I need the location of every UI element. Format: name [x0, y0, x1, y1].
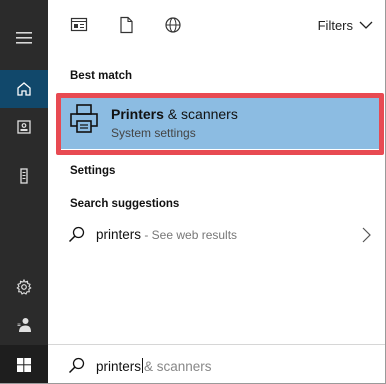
apps-filter-button[interactable] [70, 16, 88, 34]
search-suggestions-header: Search suggestions [70, 198, 180, 210]
filters-label: Filters [317, 17, 353, 33]
hamburger-menu-icon [16, 32, 32, 44]
tower-button[interactable] [0, 157, 48, 195]
settings-button[interactable] [0, 268, 48, 306]
documents-filter-button[interactable] [117, 16, 135, 34]
chevron-right-icon[interactable] [362, 227, 371, 248]
apps-filter-icon [70, 17, 88, 32]
user-icon [17, 318, 31, 332]
search-icon [68, 357, 85, 379]
search-typed-text: printers [96, 359, 142, 374]
document-icon [120, 16, 133, 34]
chevron-down-icon [359, 21, 373, 29]
tower-icon [20, 168, 28, 184]
gear-icon [16, 279, 32, 295]
best-match-header: Best match [70, 70, 132, 82]
windows-start-icon [17, 357, 31, 372]
globe-icon [165, 17, 181, 33]
web-filter-button[interactable] [164, 16, 182, 34]
best-match-subtitle: System settings [111, 126, 196, 140]
search-box[interactable]: printers & scanners [48, 344, 385, 383]
search-input[interactable]: printers & scanners [96, 358, 212, 374]
filter-toolbar: Filters [48, 0, 385, 48]
start-button[interactable] [0, 345, 48, 383]
home-icon [17, 82, 31, 96]
printer-icon [68, 103, 100, 140]
main-area: Filters Best match Printers & scanners S… [48, 0, 385, 383]
best-match-title: Printers & scanners [111, 106, 238, 122]
search-start-panel: Filters Best match Printers & scanners S… [0, 0, 386, 384]
filters-dropdown[interactable]: Filters [318, 16, 373, 34]
user-button[interactable] [0, 306, 48, 344]
search-autocomplete: & scanners [144, 359, 212, 374]
search-icon [68, 226, 85, 248]
search-suggestion-row[interactable]: printers - See web results [48, 221, 385, 251]
settings-header[interactable]: Settings [70, 165, 115, 177]
device-icon [17, 120, 31, 134]
home-button[interactable] [0, 70, 48, 108]
highlight-annotation [56, 93, 384, 155]
text-caret [142, 358, 144, 373]
hamburger-menu-button[interactable] [0, 19, 48, 57]
left-rail [0, 0, 48, 383]
suggestion-text: printers - See web results [96, 227, 238, 242]
device-button[interactable] [0, 108, 48, 146]
